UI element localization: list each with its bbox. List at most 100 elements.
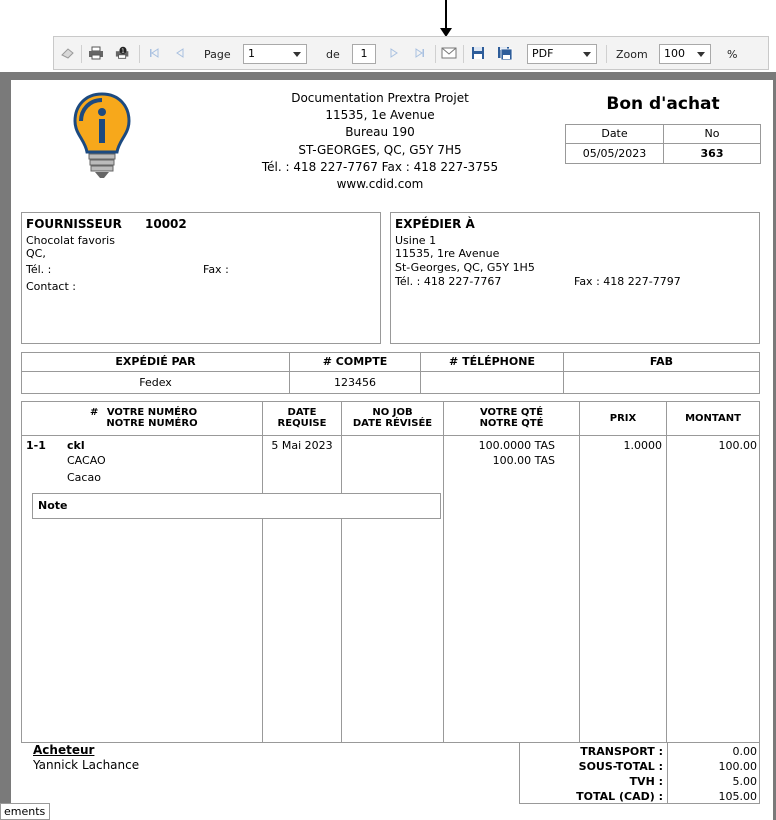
zoom-select-value: 100 (664, 47, 685, 60)
tax-label: TVH : (629, 775, 663, 788)
print-icon[interactable] (88, 46, 104, 60)
ship-to-line-2: 11535, 1re Avenue (395, 247, 500, 260)
shipped-by-header: EXPÉDIÉ PAR (115, 355, 196, 368)
eraser-icon[interactable] (60, 46, 76, 60)
items-table: # VOTRE NUMÉRO NOTRE NUMÉRO DATE REQUISE… (21, 401, 760, 743)
supplier-tel-label: Tél. : (26, 263, 52, 276)
col-date-header: DATE REQUISE (263, 407, 341, 429)
total-pages-value: 1 (360, 47, 368, 60)
company-address-1: 11535, 1e Avenue (325, 108, 435, 123)
col-qty-line2: NOTRE QTÉ (479, 418, 544, 429)
company-city: ST-GEORGES, QC, G5Y 7H5 (298, 142, 462, 157)
col-qty-line1: VOTRE QTÉ (479, 407, 544, 418)
previous-page-icon[interactable] (172, 46, 188, 60)
company-logo (71, 90, 133, 182)
note-label: Note (38, 499, 68, 512)
col-qty-header: VOTRE QTÉ NOTRE QTÉ (444, 407, 579, 429)
row-amount: 100.00 (718, 439, 758, 452)
ship-to-tel: Tél. : 418 227-7767 (395, 275, 502, 288)
subtotal-label: SOUS-TOTAL : (578, 760, 663, 773)
row-qty-ours: 100.00 TAS (492, 454, 555, 467)
row-description-2: Cacao (67, 471, 101, 484)
company-phones: Tél. : 418 227-7767 Fax : 418 227-3755 (261, 159, 499, 174)
tax-value: 5.00 (732, 775, 758, 788)
document-info-box: Date No 05/05/2023 363 (565, 124, 761, 164)
col-your-number: VOTRE NUMÉRO (106, 407, 198, 418)
chevron-down-icon (583, 52, 591, 57)
report-toolbar: 1 Page 1 de 1 PDF Zoom 100 % (53, 36, 769, 70)
company-info: Documentation Prextra Projet 11535, 1e A… (241, 90, 519, 193)
total-value: 105.00 (718, 790, 758, 803)
account-header: # COMPTE (322, 355, 388, 368)
subtotal-value: 100.00 (718, 760, 758, 773)
transport-label: TRANSPORT : (580, 745, 663, 758)
col-amount-header: MONTANT (685, 413, 741, 424)
col-job-header: NO JOB DATE RÉVISÉE (342, 407, 443, 429)
zoom-label: Zoom (616, 48, 648, 61)
number-label: No (704, 127, 720, 140)
supplier-code: 10002 (145, 217, 187, 231)
first-page-icon[interactable] (146, 46, 162, 60)
save-icon[interactable] (470, 46, 486, 60)
date-label: Date (601, 127, 628, 140)
fab-header: FAB (649, 355, 674, 368)
ship-to-fax: Fax : 418 227-7797 (574, 275, 681, 288)
company-website: www.cdid.com (336, 177, 424, 192)
document-number: 363 (700, 147, 724, 160)
report-page: Documentation Prextra Projet 11535, 1e A… (11, 80, 773, 820)
col-date-line2: REQUISE (277, 418, 327, 429)
total-pages-field[interactable]: 1 (352, 44, 376, 64)
elements-tab[interactable]: ements (0, 803, 50, 820)
col-job-line1: NO JOB (372, 407, 413, 418)
supplier-box: FOURNISSEUR 10002 Chocolat favoris QC, T… (21, 212, 381, 344)
supplier-contact-label: Contact : (26, 280, 76, 293)
row-number: 1-1 (26, 439, 46, 452)
chevron-down-icon (697, 52, 705, 57)
ship-to-label: EXPÉDIER À (395, 217, 475, 231)
col-our-number: NOTRE NUMÉRO (106, 418, 198, 429)
document-date: 05/05/2023 (582, 147, 647, 160)
of-label: de (326, 48, 340, 61)
svg-text:1: 1 (121, 49, 124, 55)
row-date: 5 Mai 2023 (271, 439, 333, 452)
page-select[interactable]: 1 (243, 44, 307, 64)
shipped-by-value: Fedex (139, 376, 172, 389)
next-page-icon[interactable] (386, 46, 402, 60)
company-address-2: Bureau 190 (345, 125, 415, 140)
totals-box: TRANSPORT : 0.00 SOUS-TOTAL : 100.00 TVH… (519, 742, 760, 804)
page-select-value: 1 (248, 47, 255, 60)
row-price: 1.0000 (623, 439, 663, 452)
export-format-value: PDF (532, 47, 554, 60)
col-date-line1: DATE (287, 407, 317, 418)
save-as-icon[interactable] (497, 46, 513, 60)
print-dialog-icon[interactable]: 1 (115, 46, 131, 60)
last-page-icon[interactable] (412, 46, 428, 60)
percent-label: % (727, 48, 738, 61)
phone-header: # TÉLÉPHONE (449, 355, 535, 368)
ship-to-line-3: St-Georges, QC, G5Y 1H5 (395, 261, 535, 274)
buyer-label: Acheteur (33, 743, 95, 757)
export-format-select[interactable]: PDF (527, 44, 597, 64)
supplier-label: FOURNISSEUR (26, 217, 122, 231)
chevron-down-icon (293, 52, 301, 57)
email-icon[interactable] (441, 46, 457, 60)
supplier-name: Chocolat favoris (26, 234, 115, 247)
supplier-region: QC, (26, 247, 46, 260)
row-code: ckl (67, 439, 85, 452)
buyer-name: Yannick Lachance (33, 758, 140, 772)
total-label: TOTAL (CAD) : (576, 790, 663, 803)
page-label: Page (204, 48, 231, 61)
supplier-fax-label: Fax : (203, 263, 229, 276)
shipping-table: EXPÉDIÉ PAR # COMPTE # TÉLÉPHONE FAB Fed… (21, 352, 760, 394)
ship-to-box: EXPÉDIER À Usine 1 11535, 1re Avenue St-… (390, 212, 760, 344)
annotation-arrow (445, 0, 447, 30)
transport-value: 0.00 (732, 745, 758, 758)
ship-to-line-1: Usine 1 (395, 234, 437, 247)
row-qty-yours: 100.0000 TAS (478, 439, 555, 452)
company-name: Documentation Prextra Projet (291, 91, 469, 105)
document-title: Bon d'achat (606, 94, 720, 114)
col-job-line2: DATE RÉVISÉE (352, 418, 433, 429)
zoom-select[interactable]: 100 (659, 44, 711, 64)
note-box: Note (32, 493, 441, 519)
row-description-1: CACAO (67, 454, 106, 467)
